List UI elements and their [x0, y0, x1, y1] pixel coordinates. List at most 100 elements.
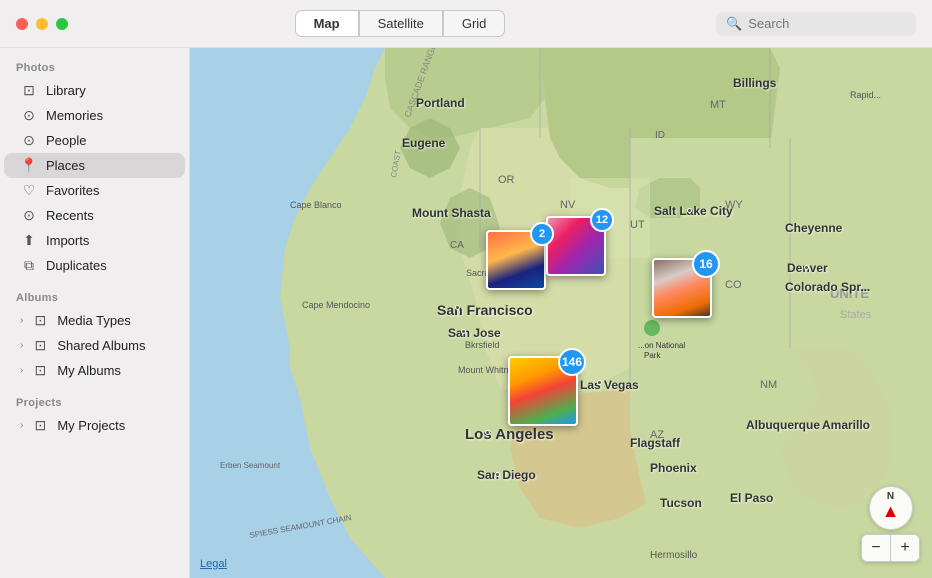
svg-text:OR: OR: [498, 174, 515, 186]
svg-text:Hermosillo: Hermosillo: [650, 550, 698, 561]
my-albums-label: My Albums: [57, 363, 121, 378]
svg-text:CO: CO: [725, 279, 742, 291]
sidebar-item-favorites-label: Favorites: [46, 183, 99, 198]
sidebar-item-my-albums[interactable]: › ⊡ My Albums: [4, 358, 185, 383]
shared-albums-label: Shared Albums: [57, 338, 145, 353]
city-dot-denver: [804, 265, 809, 270]
svg-text:...on National: ...on National: [638, 341, 685, 350]
recents-icon: ⊙: [20, 207, 38, 224]
sidebar-item-duplicates[interactable]: ⧉ Duplicates: [4, 253, 185, 278]
search-icon: 🔍: [726, 16, 742, 32]
sidebar-section-photos: Photos: [0, 48, 189, 78]
svg-text:Erben Seamount: Erben Seamount: [220, 461, 281, 470]
city-dot-los-angeles: [485, 430, 490, 435]
search-bar[interactable]: 🔍: [716, 12, 916, 36]
minimize-button[interactable]: [36, 18, 48, 30]
compass-north-label: N: [887, 491, 894, 502]
svg-text:Cape Mendocino: Cape Mendocino: [302, 300, 370, 310]
svg-text:NV: NV: [560, 199, 576, 211]
window-controls: [0, 18, 84, 30]
sidebar-item-imports[interactable]: ⬆ Imports: [4, 228, 185, 253]
svg-text:Bkrsfield: Bkrsfield: [465, 340, 500, 350]
sidebar-item-recents[interactable]: ⊙ Recents: [4, 203, 185, 228]
map-background: OR CA NV UT ID MT WY CO AZ NM UNITE Stat…: [190, 48, 932, 578]
city-dot-las-vegas: [597, 380, 602, 385]
cluster-2[interactable]: 2: [486, 230, 546, 290]
city-dot-san-jose: [461, 329, 466, 334]
my-projects-icon: ⊡: [31, 417, 49, 434]
favorites-icon: ♡: [20, 182, 38, 199]
tab-satellite[interactable]: Satellite: [359, 10, 443, 37]
chevron-icon: ›: [20, 315, 23, 326]
media-types-icon: ⊡: [31, 312, 49, 329]
places-icon: 📍: [20, 157, 38, 174]
svg-text:States: States: [840, 309, 872, 321]
svg-text:WY: WY: [725, 199, 743, 211]
compass-rose: N ▲: [869, 486, 913, 530]
close-button[interactable]: [16, 18, 28, 30]
sidebar-item-my-projects[interactable]: › ⊡ My Projects: [4, 413, 185, 438]
sidebar-item-duplicates-label: Duplicates: [46, 258, 107, 273]
city-dot-salt-lake-city: [687, 208, 692, 213]
imports-icon: ⬆: [20, 232, 38, 249]
sidebar-section-projects: Projects: [0, 383, 189, 413]
library-icon: ⊡: [20, 82, 38, 99]
tab-map[interactable]: Map: [295, 10, 359, 37]
chevron-icon-2: ›: [20, 340, 23, 351]
svg-text:Park: Park: [644, 351, 661, 360]
cluster-badge-2: 2: [530, 222, 554, 246]
duplicates-icon: ⧉: [20, 257, 38, 274]
svg-text:Cape Blanco: Cape Blanco: [290, 200, 342, 210]
svg-text:MT: MT: [710, 99, 726, 111]
svg-text:AZ: AZ: [650, 429, 664, 441]
sidebar-item-favorites[interactable]: ♡ Favorites: [4, 178, 185, 203]
sidebar-item-media-types[interactable]: › ⊡ Media Types: [4, 308, 185, 333]
search-input[interactable]: [748, 16, 898, 31]
shared-albums-icon: ⊡: [31, 337, 49, 354]
cluster-badge-16: 16: [692, 250, 720, 278]
chevron-icon-4: ›: [20, 420, 23, 431]
city-dot-san-diego: [495, 472, 500, 477]
svg-text:ID: ID: [655, 130, 665, 141]
sidebar-item-places-label: Places: [46, 158, 85, 173]
zoom-controls: − +: [861, 534, 920, 562]
svg-text:NM: NM: [760, 379, 777, 391]
my-projects-label: My Projects: [57, 418, 125, 433]
memories-icon: ⊙: [20, 107, 38, 124]
city-dot-san-francisco: [455, 305, 460, 310]
svg-text:CA: CA: [450, 240, 464, 251]
view-tabs: Map Satellite Grid: [295, 10, 506, 37]
sidebar-item-recents-label: Recents: [46, 208, 94, 223]
people-icon: ⊙: [20, 132, 38, 149]
media-types-label: Media Types: [57, 313, 130, 328]
sidebar-item-memories[interactable]: ⊙ Memories: [4, 103, 185, 128]
sidebar-item-people-label: People: [46, 133, 86, 148]
cluster-146[interactable]: 146: [508, 356, 578, 426]
sidebar-item-people[interactable]: ⊙ People: [4, 128, 185, 153]
sidebar: Photos ⊡ Library ⊙ Memories ⊙ People 📍 P…: [0, 0, 190, 578]
svg-text:UNITE: UNITE: [830, 286, 869, 301]
cluster-16[interactable]: 16: [652, 258, 712, 318]
svg-text:UT: UT: [630, 219, 645, 231]
titlebar: Map Satellite Grid 🔍: [0, 0, 932, 48]
map-controls: N ▲ − +: [861, 486, 920, 562]
legal-link[interactable]: Legal: [200, 558, 227, 570]
zoom-out-button[interactable]: −: [862, 535, 890, 561]
svg-text:Rapid...: Rapid...: [850, 90, 881, 100]
sidebar-item-imports-label: Imports: [46, 233, 89, 248]
my-albums-icon: ⊡: [31, 362, 49, 379]
sidebar-item-memories-label: Memories: [46, 108, 103, 123]
maximize-button[interactable]: [56, 18, 68, 30]
cluster-12[interactable]: 12: [546, 216, 606, 276]
chevron-icon-3: ›: [20, 365, 23, 376]
cluster-badge-146: 146: [558, 348, 586, 376]
sidebar-section-albums: Albums: [0, 278, 189, 308]
tab-grid[interactable]: Grid: [443, 10, 506, 37]
sidebar-item-library[interactable]: ⊡ Library: [4, 78, 185, 103]
zoom-in-button[interactable]: +: [891, 535, 919, 561]
sidebar-item-library-label: Library: [46, 83, 86, 98]
cluster-badge-12: 12: [590, 208, 614, 232]
sidebar-item-shared-albums[interactable]: › ⊡ Shared Albums: [4, 333, 185, 358]
map-container[interactable]: OR CA NV UT ID MT WY CO AZ NM UNITE Stat…: [190, 48, 932, 578]
sidebar-item-places[interactable]: 📍 Places: [4, 153, 185, 178]
